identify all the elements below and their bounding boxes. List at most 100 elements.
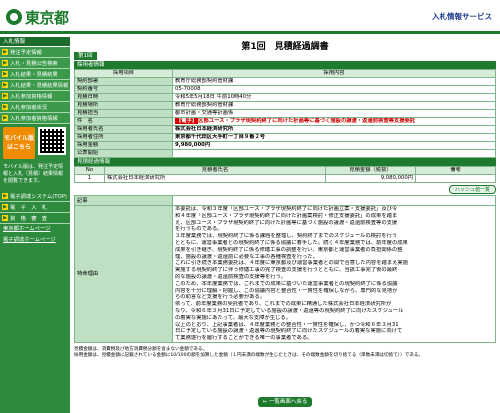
notes-empty [172,195,496,206]
sidebar-item-label: 入札結果・見積結果情報 [10,83,69,89]
arrow-right-icon: ▶ [2,82,8,88]
sidebar-item[interactable]: ▶ 入札参加者資格情報 [0,113,70,124]
row-value-text: 令和5年5月18日 午前10時40分 [175,94,252,101]
table-row: 契約部署 教育庁総務部契約管財課 [74,77,496,86]
table-row: 見積日時 令和5年5月18日 午前10時40分 [74,93,496,102]
sidebar-item-label: 入札参加者資格情報 [10,116,58,122]
hash-list-button[interactable]: ハッシュ値一覧 [448,185,496,194]
arrow-right-icon: ▶ [2,115,8,121]
sidebar-item-label: 入札結果・見積結果 [10,72,58,78]
sidebar-link[interactable]: ▶ 電 子 入 札 [0,202,70,213]
row-value: 教育庁総務部契約管財課 [172,77,496,86]
sidebar: 入札情報 ▶ 発注予定情報 ▶ 入札・見積公告検索 ▶ 入札結果・見積結果 ▶ 入札結果・見積… [0,37,70,413]
reason-line: 和４年度「区部ユース・プラザ現契約終了に向けた計画案検討・修正支援委託」の成果を… [175,212,398,219]
row-label: 採用者氏名 [74,125,173,134]
mobile-note: モバイル版は、発注予定情報と入札（見積）結果情報を閲覧できます。 [3,164,64,184]
row-value: 【電子】区部ユース・プラザ現契約終了に向けた計画等に基づく施設の譲渡・返還前検査… [172,117,496,126]
reason-line: 日に予定している施設の譲渡・返還等の現契約終了に向けたスケジュールの着実な実施に… [175,328,403,335]
sidebar-item[interactable]: ▶ 入札・見積公告検索 [0,58,70,69]
row-label: 契約部署 [74,77,173,86]
table-row: 見積担当 都市計画・交通等計画係 [74,109,496,118]
row-value: 株式会社日本経済研究所 [172,125,496,134]
arrow-right-icon: ▶ [2,49,8,55]
adopter-table: 採用項目 採用内容 契約部署 教育庁総務部契約管財課 契約番号 05-70008 見積日… [74,69,496,158]
footer-notes: 見積金額は、消費税及び地方消費税分額を含まない金額である。 採用金額は、見積金額… [74,347,496,360]
notes-label: 記事 [74,195,173,206]
table-row: 採用者氏名 株式会社日本経済研究所 [74,125,496,134]
row-label: 見積日時 [74,93,173,102]
main-content: 第1回 見積経過調書 第1回 採用者情報 採用項目 採用内容 契約部署 教育庁総務… [74,37,496,413]
row-value-text: 都市計画・交通等計画係 [175,110,234,117]
row-value: 05-70008 [172,85,496,94]
row-value-text: 教育庁総務部契約管財課 [175,102,234,109]
reason-line: とともに、運営事業者との現契約終了に係る協議に着手した。続く４年度業務では、前年… [175,239,408,246]
sidebar-item[interactable]: ▶ 入札結果・見積結果 [0,69,70,80]
row-value-text: 東京都千代田区大手町一丁目９番２号 [175,134,266,141]
system-name: 入札情報サービス [432,12,492,21]
reason-line: 実施する現契約終了に伴う修繕工事の完了検査の支援を行うとともに、当該工事完了後の… [175,267,398,274]
col-header-item: 採用項目 [74,69,173,78]
footer-note-2: 採用金額は、見積金額に記載されている金額に10/100の額を加算した金額（１円未… [74,353,424,359]
sidebar-item-label: 入札参加者状況 [10,105,48,111]
sidebar-item[interactable]: ▶ 入札参加資格情報 [0,91,70,102]
sidebar-links: ▶ 電子調達システム(TOP) ▶ 電 子 入 札 ▶ 資 格 審 査 [0,191,70,224]
table-row: 見積場所 教育庁総務部契約管財課 [74,101,496,110]
back-to-list-button[interactable]: ← 一覧画面へ戻る [258,397,312,407]
subject-text: 区部ユース・プラザ現契約終了に向けた計画等に基づく施設の譲渡・返還前検査等支援委… [198,118,416,125]
mobile-site-button[interactable]: モバイル版 はこちら [3,127,35,159]
external-link[interactable]: 電子調達ホームページ [0,235,70,246]
logo-text: 東京都 [25,8,69,27]
col-header-content: 採用内容 [172,69,496,78]
arrow-right-icon: ▶ [2,215,8,221]
reason-line: 本委託は、令和３年度「区部ユース・プラザ現契約終了に向けた計画立案・支援委託」及… [175,206,398,212]
sidebar-link[interactable]: ▶ 電子調達システム(TOP) [0,191,70,202]
col-header: 備考 [415,166,496,175]
reason-line: 内容を十分に理解・把握し、この協議内容と整合性・一貫性を確保しながら、専門的な見… [175,287,398,294]
row-value-text: 株式会社日本経済研究所 [175,126,234,133]
row-value: 都市計画・交通等計画係 [172,109,496,118]
tokyo-logo[interactable]: 東京都 [6,6,69,28]
row-value-text: 9,980,000円 [175,142,211,149]
section-header-adopter: 採用者情報 [74,61,496,69]
row-label: 契約番号 [74,85,173,94]
sidebar-item[interactable]: ▶ 入札結果・見積結果情報 [0,80,70,91]
table-row: 採用者住所 東京都千代田区大手町一丁目９番２号 [74,133,496,142]
round-badge: 第1回 [74,52,97,60]
external-link[interactable]: 東京都ホームページ [0,224,70,235]
sidebar-item-label: 入札・見積公告検索 [10,61,58,67]
sidebar-item-label: 入札参加資格情報 [10,94,53,100]
reason-line: を行うものである。 [175,226,223,233]
notes-table: 記事 特命理由 本委託は、令和３年度「区部ユース・プラザ現契約終了に向けた計画立… [74,195,496,343]
sidebar-link[interactable]: ▶ 資 格 審 査 [0,213,70,224]
history-table: No 見積者氏名 見積金額（税抜） 備考 1 株式会社日本経済研究所 9,080,000円 [74,166,496,183]
reason-line: 以上のとおり、上記事業者は、４年度業務との整合性・一貫性を確保し、かつ令和６年３… [175,321,399,328]
reason-line: 成果を引き継ぎ、現契約終了に係る修繕工事の調整を行い、東京都と運営事業者の負担関… [175,246,403,253]
sidebar-heading-bid-info: 入札情報 [0,37,70,47]
reason-line: このため、本年度業務では、これまでの成果に基づいた運営事業者との現契約終了に係る… [175,280,398,287]
mobile-sub-label: はこちら [6,144,31,151]
sidebar-item[interactable]: ▶ 入札参加者状況 [0,102,70,113]
table-row: 契約番号 05-70008 [74,85,496,94]
sidebar-menu: ▶ 発注予定情報 ▶ 入札・見積公告検索 ▶ 入札結果・見積結果 ▶ 入札結果・見積結果情報 ▶… [0,47,70,124]
reason-line: なり、令和６年３月31日に予定している施設の譲渡・返還等の現契約終了に向けたスケ… [175,307,404,314]
sidebar-external-links: 東京都ホームページ 電子調達ホームページ [0,224,70,246]
arrow-right-icon: ▶ [2,193,8,199]
reason-line: これに引き続き本業務委託は、４年度に東京都及び運営事業者との間で合意した内容を踏… [175,260,409,267]
cell-name: 株式会社日本経済研究所 [104,174,326,183]
sidebar-item[interactable]: ▶ 発注予定情報 [0,47,70,58]
table-row: 件 名【電子】区部ユース・プラザ現契約終了に向けた計画等に基づく施設の譲渡・返還… [74,117,496,126]
electronic-tag: 【電子】 [175,118,199,124]
reason-line: え、区部ユース・プラザ現契約終了に向けた計画等に基づく施設の譲渡・返還前検査等の… [175,219,398,226]
sidebar-link-label: 電子調達システム(TOP) [10,194,67,200]
row-label: 見積場所 [74,101,173,110]
reason-line: らの助言など支援を行う必要がある。 [175,294,266,301]
table-row: 1 株式会社日本経済研究所 9,080,000円 [74,174,496,183]
row-label: 見積担当 [74,109,173,118]
row-value: 9,980,000円 [172,141,496,150]
arrow-right-icon: ▶ [2,71,8,77]
reason-line: ３年度業務では、現契約終了に係る課題を整理し、契約終了までのスケジュールの検討を… [175,233,398,240]
arrow-right-icon: ▶ [2,93,8,99]
row-value-text: 05-70008 [175,86,201,93]
row-label: 採用金額 [74,141,173,150]
page-title: 第1回 見積経過調書 [241,42,329,52]
